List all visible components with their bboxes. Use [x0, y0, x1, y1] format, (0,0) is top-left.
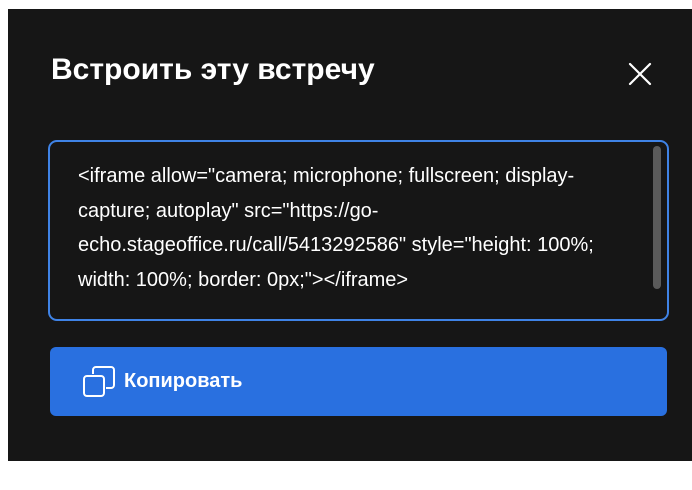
embed-meeting-dialog: Встроить эту встречу <iframe allow="came…	[8, 9, 692, 461]
close-button[interactable]	[620, 54, 660, 94]
copy-button-label: Копировать	[124, 370, 243, 392]
embed-code-text: <iframe allow="camera; microphone; fulls…	[78, 165, 594, 291]
close-icon	[628, 62, 652, 86]
embed-code-textarea[interactable]: <iframe allow="camera; microphone; fulls…	[48, 140, 669, 321]
dialog-title: Встроить эту встречу	[51, 53, 375, 86]
copy-button[interactable]: Копировать	[50, 347, 667, 416]
textarea-scrollbar[interactable]	[653, 146, 661, 289]
copy-icon	[83, 366, 115, 397]
